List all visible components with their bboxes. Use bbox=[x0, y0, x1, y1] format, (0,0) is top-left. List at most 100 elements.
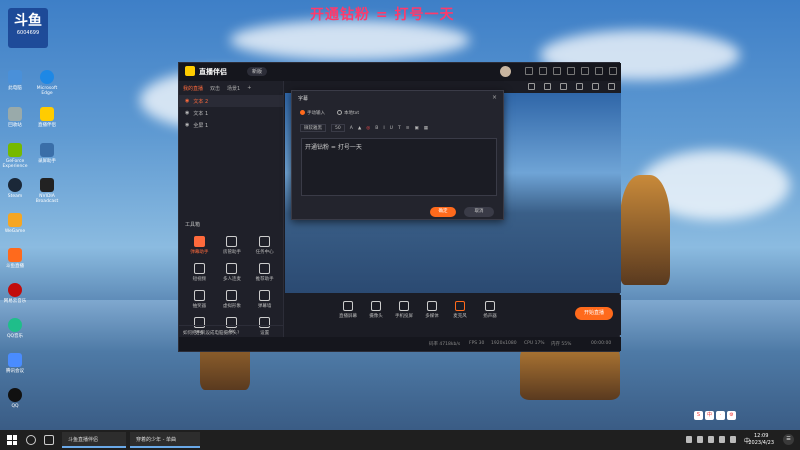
desktop-icon-wegame[interactable]: WeGame bbox=[2, 213, 28, 234]
strikethrough-icon[interactable]: T bbox=[398, 126, 401, 131]
source-row[interactable]: ◉ 文本 2 bbox=[179, 95, 283, 107]
search-icon[interactable] bbox=[26, 435, 36, 445]
clock-date: 2023/4/23 bbox=[748, 440, 774, 446]
source-row[interactable]: ◉ 文本 1 bbox=[179, 107, 283, 119]
text-bg-icon[interactable]: ◎ bbox=[366, 126, 370, 131]
eye-icon[interactable]: ◉ bbox=[185, 98, 189, 104]
eye-icon[interactable]: ◉ bbox=[185, 122, 189, 128]
clear-icon[interactable] bbox=[576, 83, 583, 90]
task-view-icon[interactable] bbox=[44, 435, 54, 445]
tool-short-video[interactable]: 短视频 bbox=[183, 263, 216, 282]
tray-nvidia-icon[interactable] bbox=[697, 436, 703, 443]
sogou-icon[interactable]: S bbox=[694, 411, 703, 420]
status-cpu: CPU 17% bbox=[524, 341, 545, 346]
minimize-icon[interactable] bbox=[581, 67, 589, 75]
subtitle-text-input[interactable]: 开通钻粉 = 打号一天 bbox=[301, 138, 497, 196]
ime-settings-icon[interactable]: ⚙ bbox=[727, 411, 736, 420]
tool-recommend[interactable]: 推荐助手 bbox=[248, 263, 281, 282]
dialog-title: 字幕 bbox=[298, 96, 309, 102]
skin-icon[interactable] bbox=[525, 67, 533, 75]
desktop-icon-tencent-meeting[interactable]: 腾讯会议 bbox=[2, 353, 28, 374]
screen-icon[interactable] bbox=[560, 83, 567, 90]
task-icon bbox=[259, 236, 271, 247]
desktop-icon-edge[interactable]: Microsoft Edge bbox=[34, 70, 60, 96]
mic-group-icon bbox=[226, 263, 238, 274]
desktop-icon-douyu[interactable]: 斗鱼直播 bbox=[2, 248, 28, 269]
italic-icon[interactable]: I bbox=[383, 126, 384, 131]
lock-icon[interactable] bbox=[528, 83, 535, 90]
maximize-icon[interactable] bbox=[595, 67, 603, 75]
clock-time: 12:09 bbox=[753, 433, 769, 439]
status-time: 00:00:00 bbox=[591, 341, 612, 346]
tool-room-admin[interactable]: 房管助手 bbox=[216, 236, 249, 255]
taskbar-app-live-companion[interactable]: 斗鱼直播伴侣 bbox=[62, 432, 126, 448]
status-fps: FPS 30 bbox=[469, 341, 485, 346]
avatar[interactable] bbox=[500, 66, 511, 77]
desktop-icon-netease-music[interactable]: 网易云音乐 bbox=[2, 283, 28, 304]
confirm-button[interactable]: 确定 bbox=[430, 207, 456, 217]
font-select[interactable]: 微软雅黑 bbox=[300, 124, 326, 132]
tab-double[interactable]: 双击 bbox=[210, 85, 220, 92]
microphone-button[interactable]: 麦克风 bbox=[447, 301, 473, 319]
tab-my-live[interactable]: 我的直播 bbox=[183, 85, 203, 92]
screen-capture-button[interactable]: 直播屏幕 bbox=[335, 301, 361, 319]
close-icon[interactable] bbox=[609, 67, 617, 75]
radio-local-file[interactable]: 本地txt bbox=[337, 110, 359, 116]
tool-danmu[interactable]: 弹幕助手 bbox=[183, 236, 216, 255]
tool-danmu-wall[interactable]: 弹幕墙 bbox=[248, 290, 281, 309]
bell-icon[interactable] bbox=[592, 83, 599, 90]
dialog-close-icon[interactable]: × bbox=[492, 94, 497, 101]
message-icon[interactable] bbox=[539, 67, 547, 75]
bold-icon[interactable]: B bbox=[375, 126, 378, 131]
highlight-icon[interactable]: ▲ bbox=[358, 126, 361, 131]
share-icon[interactable] bbox=[608, 83, 615, 90]
start-live-button[interactable]: 开始直播 bbox=[575, 307, 613, 320]
align-icon[interactable]: ≡ bbox=[406, 126, 410, 131]
ime-mode-icon[interactable]: 中 bbox=[705, 411, 714, 420]
system-tray bbox=[686, 436, 736, 443]
layout-icon[interactable] bbox=[544, 83, 551, 90]
desktop-icon-qq-music[interactable]: QQ音乐 bbox=[2, 318, 28, 339]
desktop-icon-live-companion[interactable]: 直播伴侣 bbox=[34, 107, 60, 128]
font-color-icon[interactable]: A bbox=[350, 126, 353, 131]
desktop-icon-this-pc[interactable]: 此电脑 bbox=[2, 70, 28, 91]
desktop-icon-nvidia-broadcast[interactable]: NVIDIA Broadcast bbox=[34, 178, 60, 204]
cancel-button[interactable]: 取消 bbox=[464, 207, 494, 217]
ime-punct-icon[interactable]: · bbox=[716, 411, 725, 420]
desktop-icon-recorder[interactable]: 录屏助手 bbox=[34, 143, 60, 164]
start-button[interactable] bbox=[7, 435, 17, 445]
source-row[interactable]: ◉ 全屏 1 bbox=[179, 119, 283, 131]
image-icon[interactable]: ▣ bbox=[414, 126, 418, 131]
tool-multi-mic[interactable]: 多人连麦 bbox=[216, 263, 249, 282]
camera-button[interactable]: 摄像头 bbox=[363, 301, 389, 319]
desktop-icon-steam[interactable]: Steam bbox=[2, 178, 28, 199]
speaker-button[interactable]: 扬声器 bbox=[477, 301, 503, 319]
version-button[interactable]: 新版 bbox=[247, 67, 268, 76]
format-toolbar: 微软雅黑 50 A ▲ ◎ B I U T ≡ ▣ ▦ bbox=[300, 123, 500, 133]
source-label: 全屏 1 bbox=[193, 122, 209, 129]
tool-lottery[interactable]: 抽奖器 bbox=[183, 290, 216, 309]
eye-icon[interactable]: ◉ bbox=[185, 110, 189, 116]
menu-icon[interactable] bbox=[567, 67, 575, 75]
tool-avatar[interactable]: 虚拟形象 bbox=[216, 290, 249, 309]
phone-cast-button[interactable]: 手机投屏 bbox=[391, 301, 417, 319]
grid-icon[interactable]: ▦ bbox=[424, 126, 428, 131]
taskbar-clock[interactable]: 12:09 2023/4/23 bbox=[748, 433, 774, 447]
tray-network-icon[interactable] bbox=[708, 436, 714, 443]
settings-icon[interactable] bbox=[553, 67, 561, 75]
add-scene-button[interactable]: + bbox=[247, 85, 251, 91]
desktop-icon-qq[interactable]: QQ bbox=[2, 388, 28, 409]
font-size-select[interactable]: 50 bbox=[331, 124, 345, 132]
tray-battery-icon[interactable] bbox=[730, 436, 736, 443]
tab-scene-1[interactable]: 场景1 bbox=[227, 85, 240, 92]
notification-icon[interactable]: ☰ bbox=[783, 434, 794, 445]
underline-icon[interactable]: U bbox=[390, 126, 393, 131]
taskbar-app-music[interactable]: 穿着的少年 - 单曲 bbox=[130, 432, 200, 448]
desktop-icon-recycle-bin[interactable]: 回收站 bbox=[2, 107, 28, 128]
tray-wechat-icon[interactable] bbox=[686, 436, 692, 443]
tray-volume-icon[interactable] bbox=[719, 436, 725, 443]
desktop-icon-geforce[interactable]: GeForce Experience bbox=[2, 143, 28, 169]
radio-manual[interactable]: 手动输入 bbox=[300, 110, 325, 116]
media-button[interactable]: 多媒体 bbox=[419, 301, 445, 319]
tool-task-center[interactable]: 任务中心 bbox=[248, 236, 281, 255]
